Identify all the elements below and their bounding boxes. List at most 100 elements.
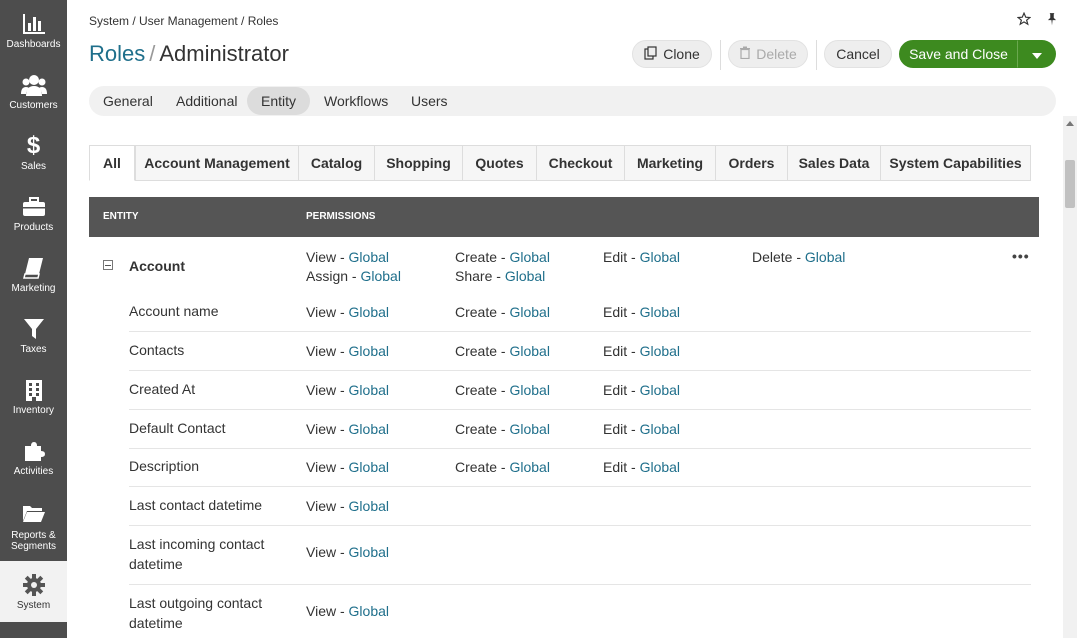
delete-button[interactable]: Delete [728, 40, 808, 68]
trash-icon [739, 46, 751, 62]
permission-dash: - [336, 498, 349, 514]
access-level-link[interactable]: Global [509, 343, 549, 359]
save-and-close-button[interactable]: Save and Close [899, 40, 1018, 68]
cat-tab-catalog[interactable]: Catalog [298, 145, 375, 181]
permission-view: View - Global [306, 498, 389, 514]
row-divider [129, 370, 1031, 371]
access-level-link[interactable]: Global [505, 268, 545, 284]
cat-tab-all[interactable]: All [89, 145, 135, 181]
users-icon [20, 74, 47, 96]
access-level-link[interactable]: Global [640, 304, 680, 320]
tab-entity[interactable]: Entity [247, 87, 311, 115]
cat-tab-marketing[interactable]: Marketing [624, 145, 716, 181]
nav-taxes[interactable]: Taxes [0, 305, 67, 366]
nav-activities[interactable]: Activities [0, 427, 67, 488]
nav-dashboards[interactable]: Dashboards [0, 0, 67, 61]
access-level-link[interactable]: Global [640, 343, 680, 359]
permission-create: Create - Global [455, 343, 550, 359]
access-level-link[interactable]: Global [349, 603, 389, 619]
page-title-entity[interactable]: Roles [89, 41, 145, 66]
access-level-link[interactable]: Global [509, 304, 549, 320]
field-name: Last contact datetime [129, 497, 263, 513]
scrollbar-thumb[interactable] [1065, 160, 1075, 208]
copy-icon [644, 45, 658, 63]
access-level-link[interactable]: Global [509, 249, 549, 265]
permission-edit: Edit - Global [603, 343, 680, 359]
access-level-link[interactable]: Global [640, 249, 680, 265]
permission-edit: Edit - Global [603, 459, 680, 475]
access-level-link[interactable]: Global [805, 249, 845, 265]
access-level-link[interactable]: Global [640, 459, 680, 475]
nav-inventory[interactable]: Inventory [0, 366, 67, 427]
access-level-link[interactable]: Global [349, 304, 389, 320]
access-level-link[interactable]: Global [349, 382, 389, 398]
row-divider [129, 525, 1031, 526]
star-icon[interactable] [1016, 11, 1032, 29]
access-level-link[interactable]: Global [349, 498, 389, 514]
permission-dash: - [336, 249, 349, 265]
permission-edit: Edit - Global [603, 421, 680, 437]
field-name: Last incoming contact datetime [129, 536, 265, 572]
access-level-link[interactable]: Global [349, 343, 389, 359]
cat-tab-account-management[interactable]: Account Management [135, 145, 299, 181]
row-divider [129, 486, 1031, 487]
access-level-link[interactable]: Global [349, 544, 389, 560]
nav-label: Customers [9, 100, 58, 111]
cat-tab-sales-data[interactable]: Sales Data [787, 145, 881, 181]
access-level-link[interactable]: Global [349, 459, 389, 475]
permission-label: View [306, 459, 337, 475]
permission-label: Create [455, 304, 498, 320]
scroll-up-arrow-icon[interactable] [1063, 116, 1077, 130]
more-actions-icon[interactable]: ••• [1012, 248, 1030, 264]
permission-label: Assign [306, 268, 349, 284]
access-level-link[interactable]: Global [640, 421, 680, 437]
tab-users[interactable]: Users [397, 87, 462, 115]
access-level-link[interactable]: Global [640, 382, 680, 398]
nav-label: Dashboards [6, 39, 61, 50]
tab-additional[interactable]: Additional [162, 87, 252, 115]
field-name: Description [129, 458, 200, 474]
nav-label: Activities [13, 466, 54, 477]
section-tabs: General Additional Entity Workflows User… [89, 86, 1056, 116]
tab-workflows[interactable]: Workflows [310, 87, 402, 115]
permission-label: View [306, 304, 337, 320]
permission-dash: - [497, 421, 510, 437]
permission-dash: - [792, 249, 805, 265]
nav-reports-segments[interactable]: Reports & Segments [0, 488, 67, 560]
field-name: Last outgoing contact datetime [129, 595, 263, 631]
cat-tab-system-capabilities[interactable]: System Capabilities [880, 145, 1031, 181]
column-header-entity: ENTITY [103, 211, 139, 222]
cat-tab-quotes[interactable]: Quotes [462, 145, 537, 181]
permission-label: View [306, 249, 337, 265]
cancel-button[interactable]: Cancel [824, 40, 892, 68]
permission-dash: - [492, 268, 505, 284]
nav-system[interactable]: System [0, 561, 67, 622]
puzzle-icon [23, 440, 45, 462]
access-level-link[interactable]: Global [509, 421, 549, 437]
nav-sales[interactable]: $ Sales [0, 122, 67, 183]
cat-tab-checkout[interactable]: Checkout [536, 145, 625, 181]
permission-dash: - [497, 343, 510, 359]
tab-general[interactable]: General [89, 87, 167, 115]
nav-products[interactable]: Products [0, 183, 67, 244]
cat-tab-orders[interactable]: Orders [715, 145, 788, 181]
collapse-group-icon[interactable] [103, 260, 113, 270]
access-level-link[interactable]: Global [509, 459, 549, 475]
permission-label: Edit [603, 249, 628, 265]
access-level-link[interactable]: Global [349, 421, 389, 437]
nav-label: Sales [20, 161, 46, 172]
nav-marketing[interactable]: Marketing [0, 244, 67, 305]
book-icon [22, 257, 45, 279]
page-title-separator: / [149, 41, 156, 66]
access-level-link[interactable]: Global [349, 249, 389, 265]
permission-label: Edit [603, 343, 628, 359]
access-level-link[interactable]: Global [360, 268, 400, 284]
pin-icon[interactable] [1045, 12, 1059, 29]
clone-button[interactable]: Clone [632, 40, 712, 68]
nav-customers[interactable]: Customers [0, 61, 67, 122]
permission-view: View - Global [306, 459, 389, 475]
save-options-dropdown[interactable] [1017, 40, 1056, 68]
building-icon [24, 379, 44, 401]
cat-tab-shopping[interactable]: Shopping [374, 145, 463, 181]
access-level-link[interactable]: Global [509, 382, 549, 398]
